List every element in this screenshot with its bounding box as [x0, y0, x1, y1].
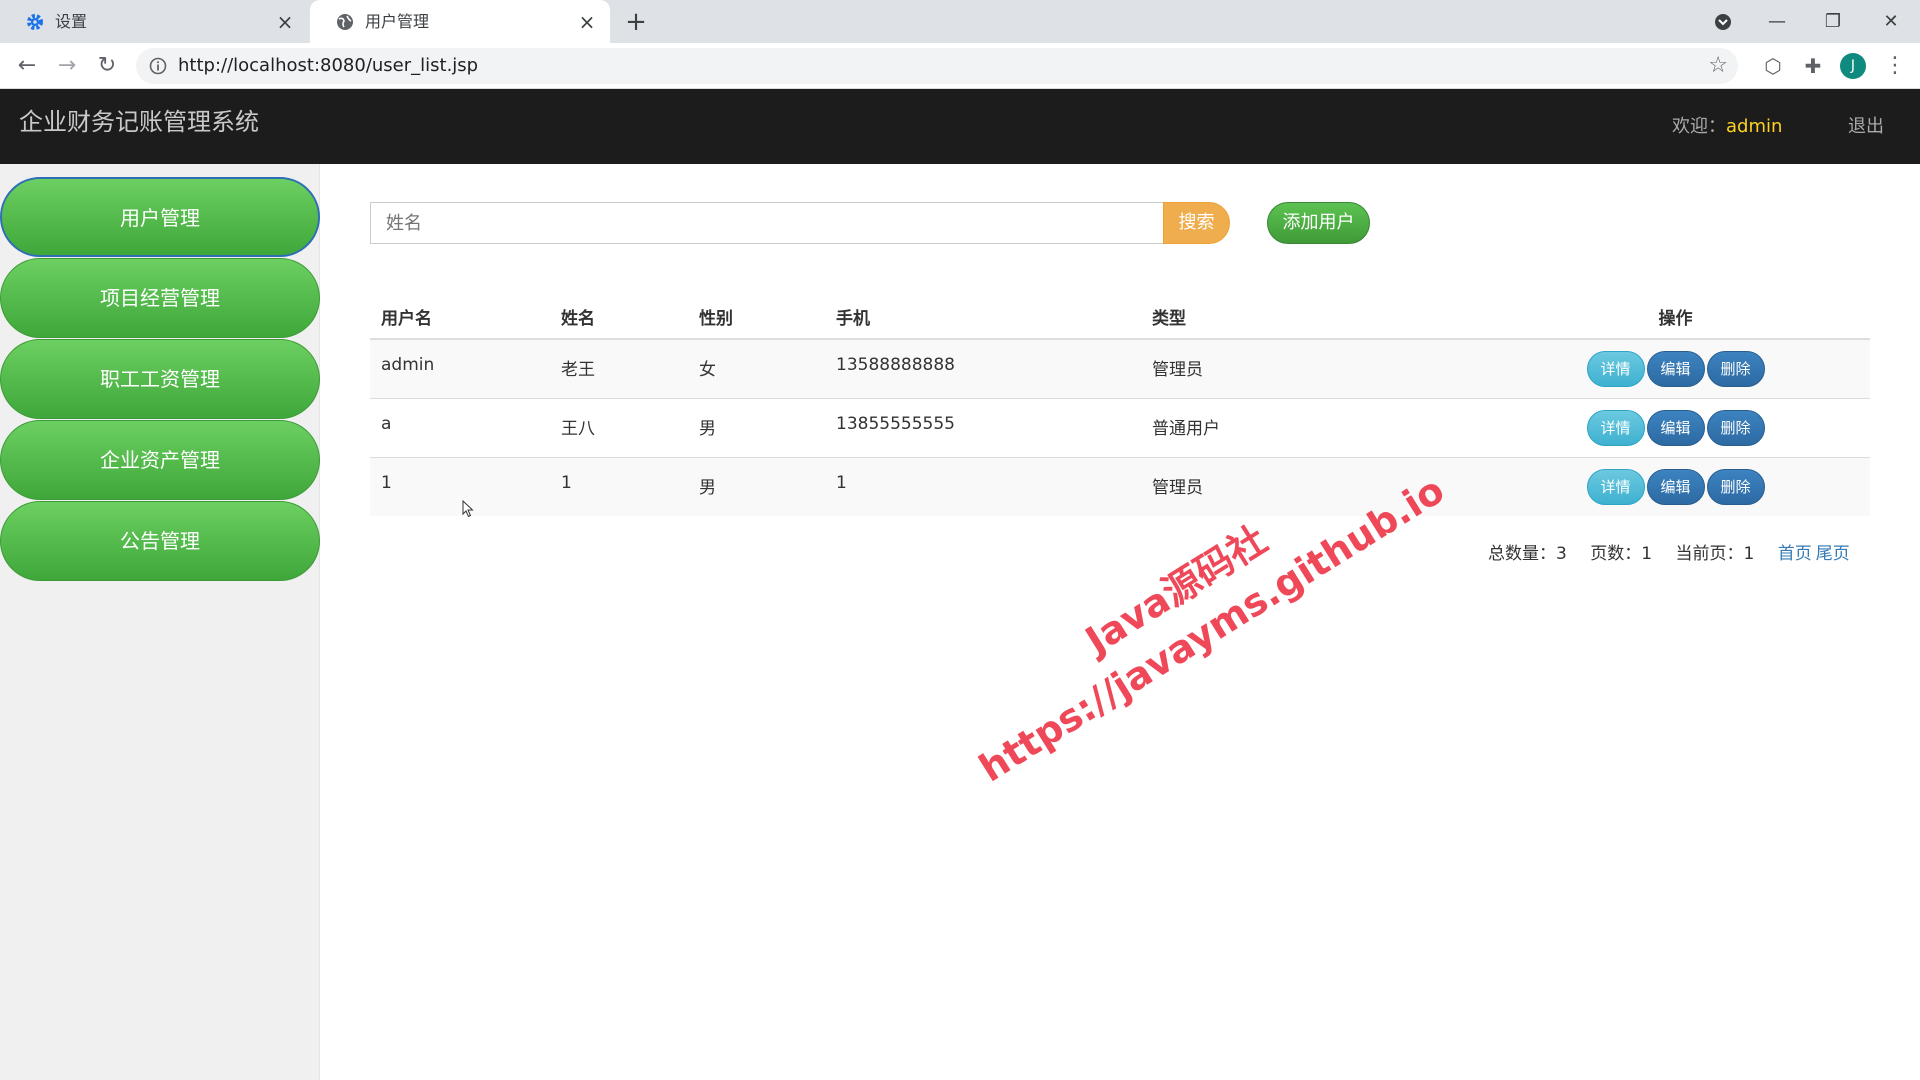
minimize-icon[interactable]: — [1762, 8, 1792, 36]
mouse-cursor-icon [462, 500, 474, 518]
cell-type: 管理员 [1141, 456, 1481, 516]
cell-name: 老王 [550, 338, 688, 398]
tab-settings[interactable]: 设置 × [0, 0, 308, 43]
sidebar-item-notice-management[interactable]: 公告管理 [0, 501, 320, 581]
last-page-link[interactable]: 尾页 [1816, 544, 1850, 564]
sidebar-item-salary-management[interactable]: 职工工资管理 [0, 339, 320, 419]
back-arrow-icon[interactable]: ← [12, 51, 42, 81]
page-count: 页数：1 [1590, 544, 1653, 564]
table-row: 1 1 男 1 管理员 详情 编辑 删除 [370, 456, 1870, 516]
header-username: 用户名 [370, 295, 550, 340]
table-row: admin 老王 女 13588888888 管理员 详情 编辑 删除 [370, 338, 1870, 398]
sidebar: 用户管理 项目经营管理 职工工资管理 企业资产管理 公告管理 [0, 164, 320, 1080]
table-header-row: 用户名 姓名 性别 手机 类型 操作 [370, 295, 1870, 340]
first-page-link[interactable]: 首页 [1778, 544, 1812, 564]
cell-gender: 女 [688, 338, 825, 398]
current-page: 当前页：1 [1675, 544, 1755, 564]
gear-icon [27, 14, 43, 30]
header-phone: 手机 [825, 295, 1141, 340]
more-menu-icon[interactable]: ⋮ [1882, 53, 1908, 79]
reload-icon[interactable]: ↻ [92, 51, 122, 81]
cell-operations: 详情 编辑 删除 [1481, 456, 1870, 516]
cell-username: admin [370, 338, 550, 398]
cell-type: 普通用户 [1141, 397, 1481, 457]
edit-button[interactable]: 编辑 [1646, 409, 1705, 446]
edit-button[interactable]: 编辑 [1646, 468, 1705, 505]
tab-title: 用户管理 [365, 12, 430, 31]
cell-phone: 13588888888 [825, 338, 1141, 398]
header-name: 姓名 [550, 295, 688, 340]
window-close-icon[interactable]: ✕ [1876, 8, 1906, 36]
restore-icon[interactable]: ❐ [1818, 8, 1848, 36]
cell-gender: 男 [688, 456, 825, 516]
total-count: 总数量：3 [1488, 544, 1567, 564]
table-row: a 王八 男 13855555555 普通用户 详情 编辑 删除 [370, 397, 1870, 457]
delete-button[interactable]: 删除 [1706, 409, 1765, 446]
tab-title: 设置 [55, 12, 88, 31]
browser-toolbar: ← → ↻ http://localhost:8080/user_list.js… [0, 43, 1920, 89]
current-username: admin [1726, 116, 1783, 137]
puzzle-icon[interactable]: ✚ [1800, 53, 1826, 79]
search-button[interactable]: 搜索 [1163, 202, 1230, 244]
detail-button[interactable]: 详情 [1586, 468, 1645, 505]
cell-name: 王八 [550, 397, 688, 457]
watermark-line-2: https://javayms.github.io [971, 467, 1452, 791]
avatar[interactable]: J [1840, 53, 1866, 79]
app-header: 企业财务记账管理系统 欢迎：admin 退出 [0, 89, 1920, 164]
welcome-label: 欢迎： [1672, 116, 1726, 137]
cell-type: 管理员 [1141, 338, 1481, 398]
cell-phone: 13855555555 [825, 397, 1141, 457]
tab-user-management[interactable]: 用户管理 × [310, 0, 610, 43]
edit-button[interactable]: 编辑 [1646, 351, 1705, 387]
cell-gender: 男 [688, 397, 825, 457]
delete-button[interactable]: 删除 [1706, 468, 1765, 505]
user-table: 用户名 姓名 性别 手机 类型 操作 admin 老王 女 1358888888… [370, 295, 1870, 516]
sidebar-item-project-management[interactable]: 项目经营管理 [0, 258, 320, 338]
add-user-button[interactable]: 添加用户 [1267, 202, 1370, 244]
url-text[interactable]: http://localhost:8080/user_list.jsp [178, 56, 478, 76]
app-title: 企业财务记账管理系统 [19, 108, 259, 136]
delete-button[interactable]: 删除 [1706, 351, 1765, 387]
forward-arrow-icon[interactable]: → [52, 51, 82, 81]
cell-name: 1 [550, 456, 688, 516]
detail-button[interactable]: 详情 [1586, 351, 1645, 387]
address-bar[interactable]: http://localhost:8080/user_list.jsp ☆ [136, 48, 1738, 84]
pagination: 总数量：3 页数：1 当前页：1 首页 尾页 [1488, 542, 1854, 566]
cell-username: a [370, 397, 550, 457]
tab-search-icon[interactable] [1708, 8, 1738, 36]
globe-icon [337, 14, 353, 30]
header-type: 类型 [1141, 295, 1481, 340]
logout-link[interactable]: 退出 [1848, 116, 1884, 138]
cell-username: 1 [370, 456, 550, 516]
star-icon[interactable]: ☆ [1708, 53, 1728, 79]
sidebar-item-asset-management[interactable]: 企业资产管理 [0, 420, 320, 500]
sidebar-item-user-management[interactable]: 用户管理 [0, 177, 320, 257]
detail-button[interactable]: 详情 [1586, 409, 1645, 446]
info-icon[interactable] [148, 56, 168, 76]
close-icon[interactable]: × [274, 11, 296, 33]
header-operations: 操作 [1481, 295, 1870, 340]
cell-phone: 1 [825, 456, 1141, 516]
header-gender: 性别 [688, 295, 825, 340]
close-icon[interactable]: × [576, 11, 598, 33]
welcome-text: 欢迎：admin [1672, 116, 1782, 138]
browser-tab-bar: 设置 × 用户管理 × + — ❐ ✕ [0, 0, 1920, 43]
cell-operations: 详情 编辑 删除 [1481, 397, 1870, 457]
new-tab-icon[interactable]: + [622, 8, 650, 36]
extension-icon[interactable]: ⬡ [1760, 53, 1786, 79]
cell-operations: 详情 编辑 删除 [1481, 338, 1870, 398]
name-search-input[interactable] [370, 202, 1163, 244]
